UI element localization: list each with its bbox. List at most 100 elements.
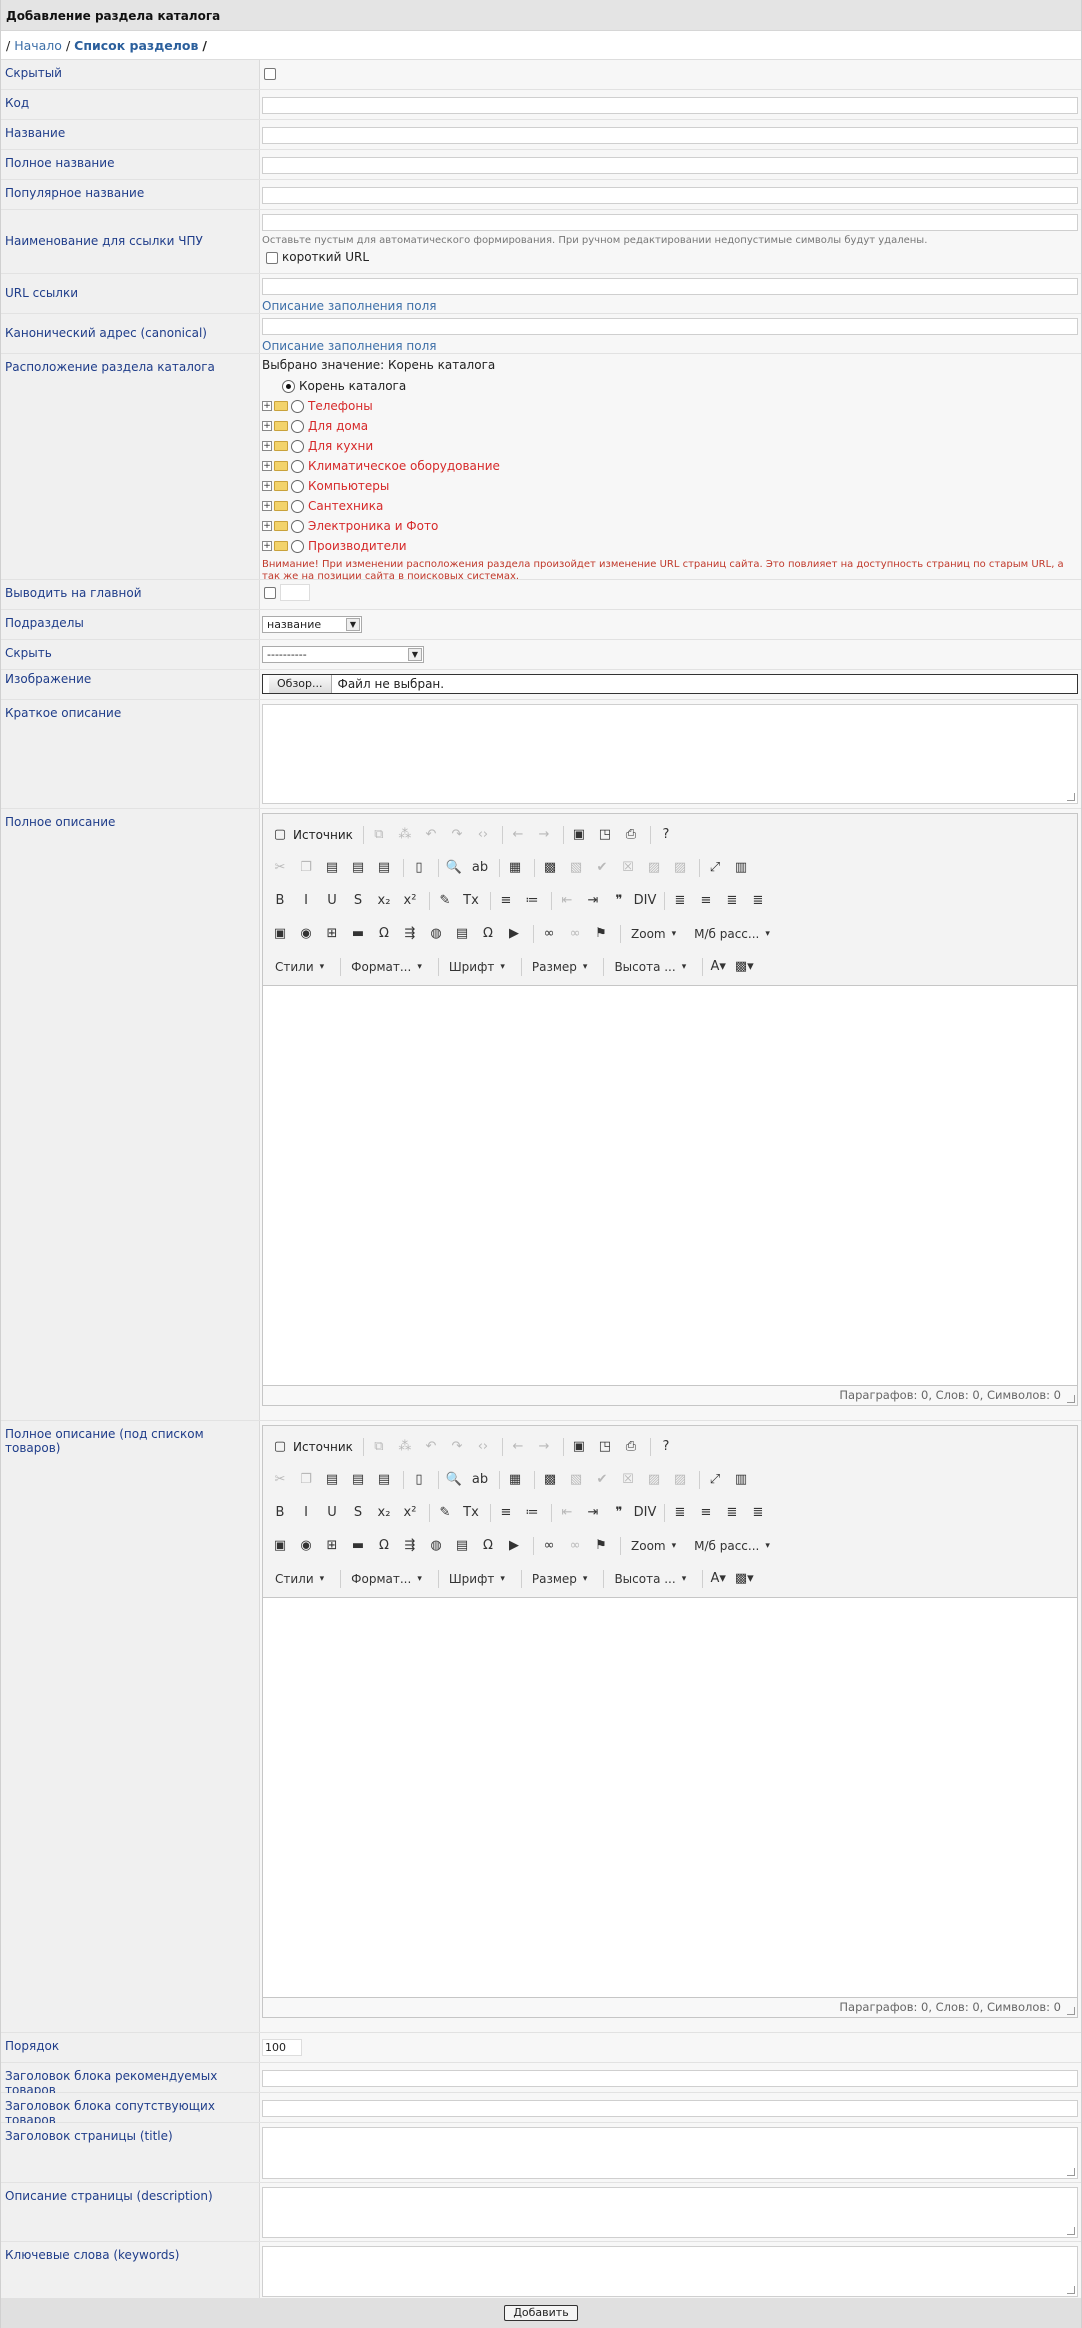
expand-icon[interactable]: +: [262, 541, 272, 551]
toolbar-icon[interactable]: →: [533, 824, 555, 846]
resize-handle[interactable]: [1067, 793, 1075, 801]
toolbar-icon[interactable]: A▾: [707, 1568, 729, 1590]
full-desc-under-editor[interactable]: ▢ Источник ⧉ ⁂ ↶ ↷ ‹› ← → ▣ ◳ ⎙? ✂ ❐ ▤ ▤ ▤ ▯ 🔍 ab ▦ ▩ ▧ ✔ ☒ ▨ ▨ ⤢ ▥ B…: [262, 1425, 1078, 2018]
editor-content[interactable]: [263, 986, 1077, 1386]
browse-button[interactable]: Обзор...: [269, 675, 332, 693]
toolbar-icon[interactable]: ≔: [521, 890, 543, 912]
tree-radio[interactable]: [291, 479, 304, 493]
toolbar-icon[interactable]: ↷: [446, 1436, 468, 1458]
toolbar-icon[interactable]: Tx: [460, 890, 482, 912]
expand-icon[interactable]: +: [262, 521, 272, 531]
expand-icon[interactable]: +: [262, 481, 272, 491]
spacing-dropdown[interactable]: М/б расс...: [688, 923, 776, 945]
expand-icon[interactable]: +: [262, 421, 272, 431]
tree-item-label[interactable]: Климатическое оборудование: [308, 459, 500, 473]
toolbar-icon[interactable]: x²: [399, 890, 421, 912]
toolbar-icon[interactable]: ▩: [539, 857, 561, 879]
toolbar-icon[interactable]: Ω: [373, 923, 395, 945]
source-button[interactable]: ▢ Источник: [269, 824, 353, 846]
tree-item[interactable]: + Компьютеры: [262, 476, 1079, 496]
toolbar-icon[interactable]: ▥: [730, 857, 752, 879]
toolbar-icon[interactable]: ✔: [591, 857, 613, 879]
toolbar-icon[interactable]: ⇤: [556, 890, 578, 912]
canonical-help-link[interactable]: Описание заполнения поля: [262, 339, 1079, 353]
tree-item[interactable]: + Для дома: [262, 416, 1079, 436]
size-dropdown[interactable]: Размер: [526, 956, 594, 978]
toolbar-icon[interactable]: ⚑: [590, 1535, 612, 1557]
toolbar-icon[interactable]: ↶: [420, 824, 442, 846]
resize-handle[interactable]: [1067, 2168, 1075, 2176]
full-desc-editor[interactable]: ▢ Источник ⧉ ⁂ ↶ ↷ ‹› ← → ▣ ◳ ⎙? ✂ ❐ ▤ ▤ ▤ ▯ 🔍 ab ▦ ▩ ▧ ✔ ☒ ▨ ▨ ⤢ ▥ B…: [262, 813, 1078, 1406]
toolbar-icon[interactable]: ▬: [347, 1535, 369, 1557]
font-dropdown[interactable]: Шрифт: [443, 1568, 511, 1590]
resize-handle[interactable]: [1067, 2227, 1075, 2235]
toolbar-icon[interactable]: ▤: [347, 857, 369, 879]
toolbar-icon[interactable]: ▤: [451, 1535, 473, 1557]
toolbar-icon[interactable]: ⇶: [399, 923, 421, 945]
tree-item[interactable]: + Для кухни: [262, 436, 1079, 456]
short-url-checkbox[interactable]: [266, 251, 278, 264]
toolbar-icon[interactable]: ?: [655, 1436, 677, 1458]
chpu-input[interactable]: [262, 214, 1078, 231]
page-desc-textarea[interactable]: [262, 2187, 1078, 2238]
url-help-link[interactable]: Описание заполнения поля: [262, 299, 1079, 313]
styles-dropdown[interactable]: Стили: [269, 956, 330, 978]
toolbar-icon[interactable]: ▤: [321, 857, 343, 879]
tree-item[interactable]: + Производители: [262, 536, 1079, 556]
toolbar-icon[interactable]: ≣: [669, 1502, 691, 1524]
font-dropdown[interactable]: Шрифт: [443, 956, 511, 978]
toolbar-icon[interactable]: ▶: [503, 923, 525, 945]
keywords-textarea[interactable]: [262, 2246, 1078, 2297]
toolbar-icon[interactable]: ▯: [408, 1469, 430, 1491]
toolbar-icon[interactable]: ✂: [269, 857, 291, 879]
toolbar-icon[interactable]: 🔍: [443, 1469, 465, 1491]
toolbar-icon[interactable]: ▣: [269, 923, 291, 945]
toolbar-icon[interactable]: ▨: [643, 857, 665, 879]
spacing-dropdown[interactable]: М/б расс...: [688, 1535, 776, 1557]
toolbar-icon[interactable]: ▩▾: [733, 1568, 755, 1590]
toolbar-icon[interactable]: ⊞: [321, 1535, 343, 1557]
toolbar-icon[interactable]: ✎: [434, 890, 456, 912]
toolbar-icon[interactable]: ≔: [521, 1502, 543, 1524]
breadcrumb-home[interactable]: Начало: [14, 38, 62, 53]
toolbar-icon[interactable]: ab: [469, 1469, 491, 1491]
short-desc-textarea[interactable]: [262, 704, 1078, 804]
toolbar-icon[interactable]: ▣: [568, 1436, 590, 1458]
tree-item[interactable]: + Сантехника: [262, 496, 1079, 516]
toolbar-icon[interactable]: ?: [655, 824, 677, 846]
expand-icon[interactable]: +: [262, 401, 272, 411]
expand-icon[interactable]: +: [262, 501, 272, 511]
resize-handle[interactable]: [1067, 2286, 1075, 2294]
toolbar-icon[interactable]: ≣: [747, 890, 769, 912]
hidden-checkbox[interactable]: [264, 68, 276, 80]
resize-handle[interactable]: [1067, 1395, 1075, 1403]
toolbar-icon[interactable]: ▤: [451, 923, 473, 945]
toolbar-icon[interactable]: Tx: [460, 1502, 482, 1524]
url-input[interactable]: [262, 278, 1078, 295]
toolbar-icon[interactable]: ⇥: [582, 890, 604, 912]
expand-icon[interactable]: +: [262, 441, 272, 451]
format-dropdown[interactable]: Формат...: [345, 956, 428, 978]
toolbar-icon[interactable]: ≡: [495, 890, 517, 912]
tree-radio[interactable]: [291, 499, 304, 513]
toolbar-icon[interactable]: ∞: [564, 1535, 586, 1557]
hide-select[interactable]: ---------- ▼: [262, 646, 424, 663]
tree-radio[interactable]: [291, 399, 304, 413]
tree-item[interactable]: + Электроника и Фото: [262, 516, 1079, 536]
toolbar-icon[interactable]: ⧉: [368, 824, 390, 846]
subsections-select[interactable]: название ▼: [262, 616, 362, 633]
toolbar-icon[interactable]: ▦: [504, 857, 526, 879]
editor-content[interactable]: [263, 1598, 1077, 1998]
toolbar-icon[interactable]: ≣: [721, 890, 743, 912]
rel-title-input[interactable]: [262, 2100, 1078, 2117]
toolbar-icon[interactable]: S: [347, 890, 369, 912]
toolbar-icon[interactable]: ⁂: [394, 824, 416, 846]
tree-item[interactable]: + Телефоны: [262, 396, 1079, 416]
tree-radio[interactable]: [291, 539, 304, 553]
page-title-textarea[interactable]: [262, 2127, 1078, 2179]
breadcrumb-list[interactable]: Список разделов: [74, 38, 198, 53]
resize-handle[interactable]: [1067, 2007, 1075, 2015]
tree-item-label[interactable]: Для дома: [308, 419, 368, 433]
toolbar-icon[interactable]: ▨: [669, 857, 691, 879]
size-dropdown[interactable]: Размер: [526, 1568, 594, 1590]
